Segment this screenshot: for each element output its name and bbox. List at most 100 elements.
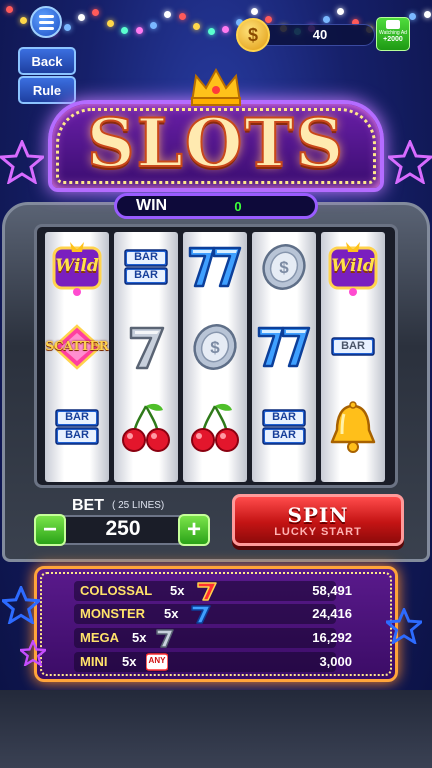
cherry-symbol-icon	[191, 403, 239, 452]
bet-lines-label: ( 25 LINES)	[112, 500, 165, 511]
reel-symbol-bar-single: BAR	[324, 318, 382, 376]
rule-button[interactable]: Rule	[18, 76, 76, 104]
bell-symbol-icon	[330, 401, 376, 453]
bar-symbol-label: BAR	[65, 429, 89, 441]
light-bulb	[135, 27, 143, 35]
bet-increase-button[interactable]: +	[178, 514, 210, 546]
light-bulb	[20, 17, 28, 25]
video-camera-icon	[386, 20, 400, 29]
reel-symbol-wild: Wild	[324, 238, 382, 296]
blue-double-seven-symbol-icon	[188, 246, 242, 288]
jackpot-multiplier: 5x	[122, 654, 137, 669]
reel-symbol-cherry	[117, 398, 175, 456]
bet-value: 250	[105, 517, 141, 540]
game-title: SLOTS	[86, 103, 346, 183]
light-bulb	[150, 21, 157, 29]
bar-double-symbol-icon	[55, 409, 99, 445]
spin-label: SPIN	[287, 502, 349, 527]
light-bulb	[423, 11, 431, 19]
light-bulb	[250, 7, 258, 15]
reel-symbol-bar-double: BAR BAR	[48, 398, 106, 456]
light-bulb	[106, 20, 114, 28]
coin-balance: 40	[312, 27, 328, 42]
bar-double-symbol-icon	[262, 409, 306, 445]
bet-decrease-button[interactable]: −	[34, 514, 66, 546]
jackpot-multiplier: 5x	[164, 606, 179, 621]
jackpot-multiplier: 5x	[132, 630, 147, 645]
crown-icon	[190, 67, 242, 106]
reel-symbol-wild: Wild	[48, 238, 106, 296]
jackpot-symbol-seven-silver	[154, 628, 176, 648]
wild-symbol-label: Wild	[55, 256, 99, 276]
light-bulb	[222, 26, 229, 34]
light-bulb	[207, 27, 215, 35]
spin-sublabel: LUCKY START	[274, 525, 362, 538]
menu-icon-line	[38, 26, 54, 30]
reel-symbol-scatter: SCATTER	[45, 318, 109, 376]
reel-symbol-bar-double: BAR BAR	[255, 398, 313, 456]
reel-symbol-seven-silver	[117, 318, 175, 376]
menu-icon-line	[38, 14, 54, 18]
jackpot-symbol-seven-blue	[190, 604, 212, 624]
light-bulb	[178, 12, 186, 20]
reel-symbol-bell	[324, 398, 382, 456]
neon-star-icon	[2, 586, 40, 624]
bar-symbol-label: BAR	[65, 411, 89, 423]
reel-symbol-cherry	[186, 398, 244, 456]
jackpot-multiplier: 5x	[170, 583, 185, 598]
jackpot-name: MINI	[80, 654, 108, 669]
neon-star-icon	[386, 608, 422, 644]
watch-ad-button[interactable]: Watching Ad +2000	[376, 17, 410, 51]
svg-text:$: $	[210, 338, 220, 357]
menu-button[interactable]	[30, 6, 62, 38]
bar-symbol-label: BAR	[272, 429, 296, 441]
reel-symbol-silver-coin: $	[186, 318, 244, 376]
spin-button[interactable]: SPIN LUCKY START	[232, 494, 404, 546]
jackpot-name: MEGA	[80, 630, 119, 645]
silver-coin-symbol-icon: $	[193, 324, 237, 370]
light-bulb	[164, 11, 172, 19]
menu-icon-line	[38, 20, 54, 24]
jackpot-symbol-seven-red	[196, 581, 218, 601]
win-label: WIN	[136, 197, 168, 214]
light-bulb	[193, 22, 201, 30]
bottom-bar	[0, 690, 432, 768]
svg-text:$: $	[279, 258, 289, 277]
jackpot-value: 58,491	[312, 583, 352, 598]
light-bulb	[78, 14, 85, 22]
wild-symbol-label: Wild	[331, 256, 375, 276]
jackpot-value: 24,416	[312, 606, 352, 621]
scatter-symbol-label: SCATTER	[45, 339, 109, 353]
bar-symbol-label: BAR	[134, 269, 158, 281]
light-bulb	[6, 6, 13, 13]
bar-double-symbol-icon	[124, 249, 168, 285]
bar-symbol-label: BAR	[341, 340, 365, 352]
light-bulb	[337, 7, 345, 15]
light-bulb	[409, 12, 417, 20]
jackpot-name: MONSTER	[80, 606, 145, 621]
light-bulb	[322, 15, 330, 23]
dollar-coin-icon: $	[236, 18, 270, 52]
reel-symbol-seven-blue-double	[186, 238, 244, 296]
light-bulb	[265, 16, 273, 24]
reel-symbol-silver-coin: $	[255, 238, 313, 296]
back-button[interactable]: Back	[18, 47, 76, 75]
blue-double-seven-symbol-icon	[257, 326, 311, 368]
watch-ad-reward: +2000	[383, 36, 403, 43]
silver-coin-symbol-icon: $	[262, 244, 306, 290]
jackpot-symbol-any: ANY	[145, 652, 169, 672]
light-bulb	[92, 9, 100, 17]
bar-symbol-label: BAR	[134, 251, 158, 263]
bet-label: BET	[72, 497, 104, 514]
neon-star-icon	[0, 140, 44, 184]
neon-star-icon	[20, 640, 46, 666]
win-value: 0	[234, 199, 242, 214]
any-symbol-label: ANY	[148, 656, 166, 665]
light-bulb	[63, 23, 71, 31]
reel-symbol-bar-double: BAR BAR	[117, 238, 175, 296]
neon-star-icon	[388, 140, 432, 184]
bar-symbol-label: BAR	[272, 411, 296, 423]
jackpot-value: 16,292	[312, 630, 352, 645]
cherry-symbol-icon	[122, 403, 170, 452]
jackpot-name: COLOSSAL	[80, 583, 153, 598]
